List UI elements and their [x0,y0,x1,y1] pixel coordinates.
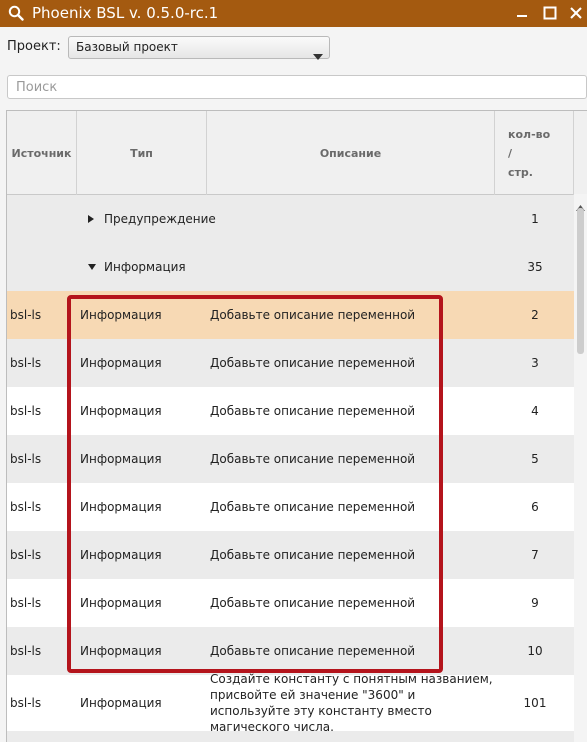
cell-source: bsl-ls [10,596,42,610]
cell-description: Добавьте описание переменной [210,452,416,466]
cell-description: Добавьте описание переменной [210,308,416,322]
cell-type: Информация [80,308,162,322]
table-row[interactable]: bsl-ls Информация Создайте константу с п… [7,672,575,734]
cell-type: Информация [80,644,162,658]
cell-source: bsl-ls [10,356,42,370]
cell-count: 5 [531,452,539,466]
cell-description: Добавьте описание переменной [210,404,416,418]
search-icon [8,5,24,21]
cell-count: 101 [523,696,547,710]
cell-type: Информация [80,596,162,610]
table-row[interactable]: bsl-ls Информация Добавьте описание пере… [7,387,575,435]
cell-type: Информация [80,452,162,466]
cell-count: 4 [531,404,539,418]
issues-table: Источник Тип Описание кол-во / стр. Пред… [6,110,587,742]
table-row[interactable]: bsl-ls Информация Добавьте описание пере… [7,435,575,483]
minimize-icon[interactable] [512,3,532,23]
title-bar[interactable]: Phoenix BSL v. 0.5.0-rc.1 [0,0,587,27]
cell-source: bsl-ls [10,500,42,514]
cell-type: Информация [80,696,162,710]
project-label: Проект: [7,39,61,54]
cell-description: Создайте константу с понятным названием,… [210,672,493,734]
cell-type: Информация [80,404,162,418]
table-row[interactable]: bsl-ls Информация Добавьте описание пере… [7,483,575,531]
cell-count: 10 [527,644,543,658]
cell-type: Информация [80,548,162,562]
window-title: Phoenix BSL v. 0.5.0-rc.1 [32,4,219,22]
table-row[interactable] [7,731,575,742]
cell-source: bsl-ls [10,308,42,322]
search-input[interactable] [7,75,587,99]
cell-source: bsl-ls [10,404,42,418]
cell-source: bsl-ls [10,548,42,562]
cell-count: 6 [531,500,539,514]
cell-count: 7 [531,548,539,562]
chevron-down-icon [313,45,323,64]
column-header-count[interactable]: кол-во / стр. [495,111,574,195]
triangle-down-icon[interactable] [87,243,97,291]
table-header: Источник Тип Описание кол-во / стр. [7,111,587,195]
project-select-value: Базовый проект [76,40,178,54]
cell-description: Добавьте описание переменной [210,644,416,658]
cell-count: 9 [531,596,539,610]
group-row-info[interactable]: Информация 35 [7,243,575,291]
table-row[interactable]: bsl-ls Информация Добавьте описание пере… [7,339,575,387]
group-row-warning[interactable]: Предупреждение 1 [7,195,575,243]
triangle-right-icon[interactable] [87,195,95,243]
cell-description: Добавьте описание переменной [210,356,416,370]
cell-source: bsl-ls [10,644,42,658]
close-icon[interactable] [566,3,586,23]
table-row[interactable]: bsl-ls Информация Добавьте описание пере… [7,531,575,579]
column-header-type[interactable]: Тип [77,111,207,195]
group-label: Предупреждение [104,212,216,226]
app-window: Phoenix BSL v. 0.5.0-rc.1 Проект: Базовы… [0,0,587,742]
cell-count: 2 [531,308,539,322]
group-count: 1 [531,212,539,226]
cell-source: bsl-ls [10,696,42,710]
vertical-scrollbar[interactable] [574,194,587,742]
cell-description: Добавьте описание переменной [210,548,416,562]
cell-description: Добавьте описание переменной [210,500,416,514]
table-row[interactable]: bsl-ls Информация Добавьте описание пере… [7,579,575,627]
table-row[interactable]: bsl-ls Информация Добавьте описание пере… [7,291,575,339]
scrollbar-thumb[interactable] [577,208,584,354]
column-header-source[interactable]: Источник [7,111,77,195]
cell-count: 3 [531,356,539,370]
cell-description: Добавьте описание переменной [210,596,416,610]
column-header-description[interactable]: Описание [207,111,495,195]
project-select[interactable]: Базовый проект [68,36,330,60]
cell-type: Информация [80,356,162,370]
cell-type: Информация [80,500,162,514]
group-count: 35 [527,260,543,274]
group-label: Информация [104,260,186,274]
table-row[interactable]: bsl-ls Информация Добавьте описание пере… [7,627,575,675]
maximize-icon[interactable] [540,3,560,23]
cell-source: bsl-ls [10,452,42,466]
